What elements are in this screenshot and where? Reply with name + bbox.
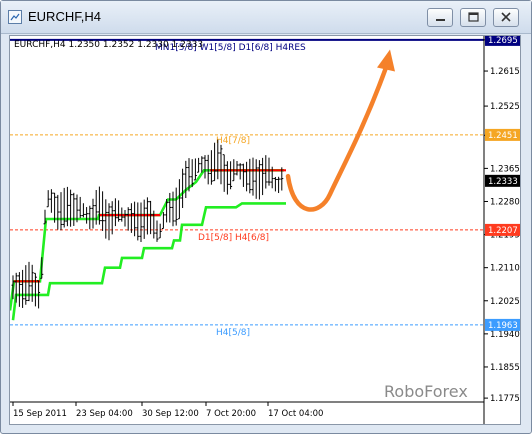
restore-button[interactable] <box>460 8 486 27</box>
price-tag-text: 1.1963 <box>488 321 518 331</box>
price-tick-label: 1.2110 <box>490 264 520 274</box>
price-tick-label: 1.2615 <box>490 67 520 77</box>
time-tick-label: 7 Oct 20:00 <box>206 409 256 419</box>
indicator-line-lower <box>11 202 286 321</box>
chart-window: EURCHF,H4 MN1[5/8] W1[5/8] D1[6/8] H4RES… <box>0 0 532 434</box>
forecast-arrow-curve <box>285 65 389 212</box>
level-label: D1[5/8] H4[6/8] <box>198 233 269 243</box>
time-tick-label: 15 Sep 2011 <box>13 409 67 419</box>
arrow-layer <box>285 49 395 212</box>
forecast-arrow-head <box>377 49 395 72</box>
window-titlebar[interactable]: EURCHF,H4 <box>1 1 531 34</box>
time-tick-label: 23 Sep 04:00 <box>76 409 133 419</box>
current-price-tag-text: 1.2333 <box>488 177 518 187</box>
price-tag-text: 1.2695 <box>488 36 518 46</box>
restore-icon <box>468 12 479 22</box>
close-icon <box>501 12 511 22</box>
price-tick-label: 1.1940 <box>490 330 520 340</box>
price-tick-label: 1.2025 <box>490 297 520 307</box>
watermark-logo: RoboForex <box>384 382 468 401</box>
price-tag-text: 1.2207 <box>488 226 518 236</box>
price-chart-svg: MN1[5/8] W1[5/8] D1[6/8] H4RESH4[7/8]D1[… <box>8 33 520 424</box>
price-tick-label: 1.1775 <box>490 394 520 404</box>
time-tick-label: 30 Sep 12:00 <box>142 409 199 419</box>
close-button[interactable] <box>493 8 519 27</box>
level-label: H4[7/8] <box>216 136 250 146</box>
time-tick-label: 17 Oct 04:00 <box>268 409 323 419</box>
chart-info-line: EURCHF,H4 1.2350 1.2352 1.2330 1.2333 <box>14 40 203 50</box>
price-tick-label: 1.2280 <box>490 197 520 207</box>
price-tag-text: 1.2451 <box>488 131 518 141</box>
price-axis: 1.26951.26151.25251.24501.23651.22801.21… <box>484 36 520 404</box>
time-axis: 15 Sep 2011 23 Sep 04:00 30 Sep 12:00 7 Oct… <box>12 402 323 419</box>
price-tags: 1.2695 1.2451 1.2207 1.1963 1.2333 <box>485 33 520 331</box>
price-chart[interactable]: MN1[5/8] W1[5/8] D1[6/8] H4RES H4[7/8] D1[… <box>8 33 521 425</box>
chart-window-icon <box>8 10 22 24</box>
minimize-icon <box>436 19 445 21</box>
price-tick-label: 1.2525 <box>490 102 520 112</box>
window-title: EURCHF,H4 <box>28 9 101 24</box>
price-tick-label: 1.2365 <box>490 164 520 174</box>
level-label: H4[5/8] <box>216 328 250 338</box>
minimize-button[interactable] <box>427 8 453 27</box>
price-tick-label: 1.1855 <box>490 363 520 373</box>
